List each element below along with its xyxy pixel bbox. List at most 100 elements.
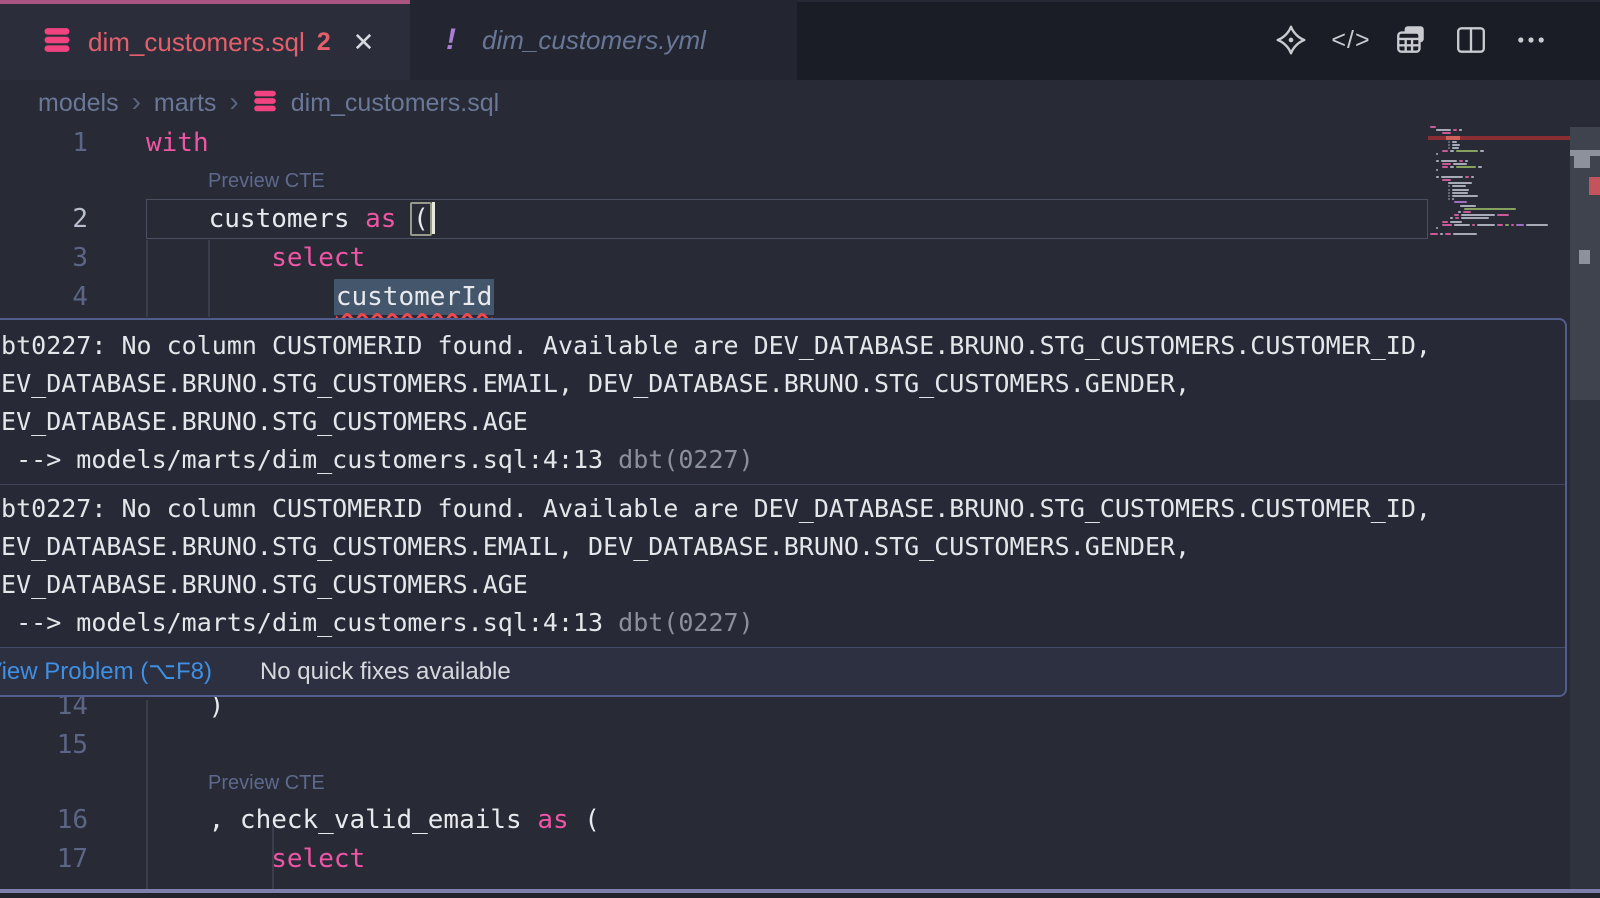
line-number: 2 [0, 199, 88, 239]
code-line[interactable]: 2 customers as ( [0, 199, 1600, 239]
tab-sql-problem-badge: 2 [317, 28, 331, 57]
minimap-line [1442, 221, 1462, 223]
query-results-icon[interactable] [1394, 23, 1428, 57]
minimap-line [1448, 189, 1469, 191]
code-line[interactable]: 4 customerId [0, 278, 1600, 317]
editor-window: dim_customers.sql 2 ✕ ! dim_customers.ym… [0, 0, 1600, 898]
minimap-line [1448, 182, 1472, 184]
database-icon [252, 88, 278, 119]
view-problem-link[interactable]: View Problem (⌥F8) [0, 657, 212, 686]
editor-toolbar: </> [1274, 0, 1548, 80]
minimap-line [1436, 176, 1474, 178]
error-message-line: dbt0227: No column CUSTOMERID found. Ava… [0, 490, 1555, 528]
minimap-line [1454, 201, 1467, 203]
minimap[interactable] [1428, 126, 1570, 246]
minimap-line [1448, 144, 1460, 146]
minimap-error-line [1428, 136, 1570, 140]
panel-below [0, 893, 1600, 898]
tab-dim-customers-sql[interactable]: dim_customers.sql 2 ✕ [0, 0, 410, 80]
code-text: , check_valid_emails as ( [146, 801, 600, 840]
database-icon [42, 25, 72, 60]
ruler-error-marker [1589, 177, 1600, 195]
line-number: 17 [0, 840, 88, 879]
error-message-line: DEV_DATABASE.BRUNO.STG_CUSTOMERS.AGE [0, 403, 1555, 441]
line-number: 16 [0, 801, 88, 840]
open-as-code-icon[interactable]: </> [1334, 23, 1368, 57]
tab-dim-customers-yml[interactable]: ! dim_customers.yml [410, 0, 797, 80]
minimap-line [1436, 227, 1438, 229]
split-editor-icon[interactable] [1454, 23, 1488, 57]
code-area-top[interactable]: 1withPreview CTE2 customers as (3 select… [0, 124, 1600, 317]
line-number: 4 [0, 278, 88, 317]
error-messages: dbt0227: No column CUSTOMERID found. Ava… [0, 320, 1565, 647]
chevron-right-icon: › [132, 86, 141, 118]
error-source-code: dbt(0227) [618, 608, 753, 637]
minimap-line [1448, 198, 1454, 200]
indent-guide [272, 826, 274, 889]
close-tab-icon[interactable]: ✕ [353, 27, 375, 58]
code-lens-preview-cte[interactable]: Preview CTE [0, 765, 1600, 801]
overview-ruler[interactable] [1570, 127, 1600, 898]
code-line[interactable]: 17 select [0, 840, 1600, 879]
dbt-logo-icon[interactable] [1274, 23, 1308, 57]
minimap-line [1430, 233, 1477, 235]
breadcrumb: models › marts › dim_customers.sql [0, 80, 1600, 127]
breadcrumb-file[interactable]: dim_customers.sql [291, 89, 499, 118]
code-line[interactable]: 1 with [0, 124, 1600, 163]
code-text: customers as ( [146, 199, 435, 239]
error-location-line: --> models/marts/dim_customers.sql:4:13 … [0, 604, 1555, 642]
minimap-line [1442, 224, 1548, 226]
breadcrumb-marts[interactable]: marts [154, 89, 217, 118]
ruler-marker [1579, 250, 1590, 264]
tab-bar: dim_customers.sql 2 ✕ ! dim_customers.ym… [0, 0, 1600, 80]
error-message-line: dbt0227: No column CUSTOMERID found. Ava… [0, 327, 1555, 365]
code-area-bottom[interactable]: 14 )15Preview CTE16 , check_valid_emails… [0, 687, 1600, 879]
minimap-line [1450, 217, 1489, 219]
minimap-line [1442, 166, 1482, 168]
indent-guide [208, 240, 210, 317]
code-text: select [146, 840, 365, 879]
error-message-line: DEV_DATABASE.BRUNO.STG_CUSTOMERS.EMAIL, … [0, 365, 1555, 403]
minimap-line [1448, 141, 1457, 143]
ruler-marker [1574, 156, 1590, 168]
error-hover-popup: dbt0227: No column CUSTOMERID found. Ava… [0, 318, 1567, 697]
chevron-right-icon: › [229, 86, 238, 118]
minimap-line [1454, 214, 1509, 216]
minimap-line [1448, 192, 1468, 194]
error-source-code: dbt(0227) [618, 445, 753, 474]
minimap-line [1436, 129, 1462, 131]
minimap-line [1448, 185, 1466, 187]
minimap-line [1442, 163, 1467, 165]
minimap-line [1442, 150, 1484, 152]
minimap-line [1442, 179, 1451, 181]
error-word: customerId [334, 279, 495, 315]
message-divider [0, 484, 1565, 485]
code-line[interactable]: 15 [0, 726, 1600, 765]
code-lens-preview-cte[interactable]: Preview CTE [0, 163, 1600, 199]
code-line[interactable]: 3 select [0, 239, 1600, 278]
error-location-line: --> models/marts/dim_customers.sql:4:13 … [0, 441, 1555, 479]
minimap-line [1448, 195, 1478, 197]
indent-guide [146, 240, 148, 317]
error-message-line: DEV_DATABASE.BRUNO.STG_CUSTOMERS.EMAIL, … [0, 528, 1555, 566]
line-number: 15 [0, 726, 88, 765]
line-number: 3 [0, 239, 88, 278]
text-cursor [432, 202, 435, 234]
tab-yml-label: dim_customers.yml [482, 25, 706, 56]
more-actions-icon[interactable] [1514, 23, 1548, 57]
code-line[interactable]: 16 , check_valid_emails as ( [0, 801, 1600, 840]
error-message-line: DEV_DATABASE.BRUNO.STG_CUSTOMERS.AGE [0, 566, 1555, 604]
tab-sql-label: dim_customers.sql [88, 27, 305, 58]
warning-icon: ! [446, 23, 456, 57]
minimap-line [1458, 211, 1471, 213]
code-text: with [146, 124, 209, 163]
breadcrumb-models[interactable]: models [38, 89, 119, 118]
minimap-line [1464, 208, 1516, 210]
minimap-line [1430, 126, 1436, 128]
minimap-line [1442, 132, 1451, 134]
line-number: 1 [0, 124, 88, 163]
minimap-line [1436, 160, 1468, 162]
code-text: select [146, 239, 365, 278]
indent-guide [146, 700, 148, 889]
code-text: customerId [146, 278, 494, 317]
